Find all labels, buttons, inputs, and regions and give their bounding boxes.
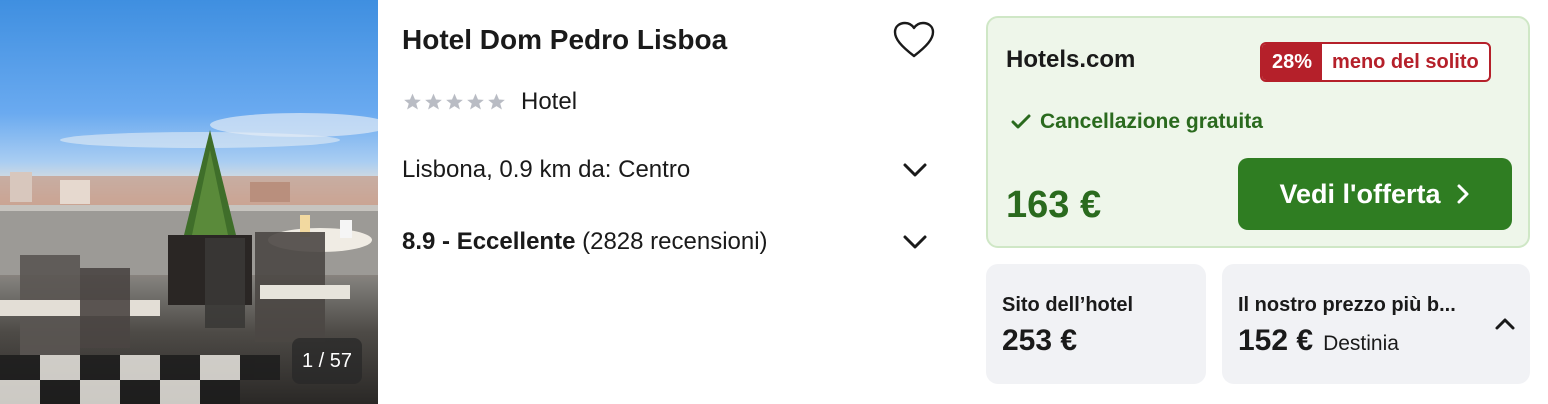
photo-counter: 1 / 57 — [292, 338, 362, 384]
star-icon — [446, 93, 463, 110]
best-price-source: Destinia — [1323, 332, 1399, 355]
star-icon — [425, 93, 442, 110]
cancellation-text: Cancellazione gratuita — [1040, 110, 1263, 133]
hotel-site-title: Sito dell’hotel — [1002, 294, 1134, 316]
discount-percent: 28% — [1262, 44, 1323, 80]
best-price-box[interactable]: Il nostro prezzo più b... 152 € Destinia — [1222, 264, 1530, 384]
hotel-result-card: 1 / 57 Hotel Dom Pedro Lisboa Hotel Lisb… — [0, 0, 1548, 404]
location-text: Lisbona, 0.9 km da: Centro — [402, 156, 691, 183]
best-price-title: Il nostro prezzo più b... — [1238, 294, 1456, 316]
discount-label: meno del solito — [1332, 51, 1479, 73]
hotel-photo[interactable]: 1 / 57 — [0, 0, 378, 404]
star-icon — [488, 93, 505, 110]
chevron-down-icon — [903, 163, 927, 177]
best-price-amount: 152 € — [1238, 324, 1314, 357]
best-price-row: 152 € Destinia — [1238, 324, 1399, 358]
rating-text: 8.9 - Eccellente (2828 recensioni) — [402, 228, 768, 256]
best-deal-box[interactable]: Hotels.com 28% meno del solito Cancellaz… — [986, 16, 1530, 248]
favorite-button[interactable] — [890, 18, 938, 62]
chevron-right-icon — [1457, 184, 1469, 204]
hotel-site-price: 253 € — [1002, 324, 1078, 357]
star-rating — [402, 92, 507, 112]
view-deal-button[interactable]: Vedi l'offerta — [1238, 158, 1512, 230]
hotel-type: Hotel — [521, 88, 578, 115]
star-icon — [404, 93, 421, 110]
rating-reviews: (2828 recensioni) — [582, 228, 768, 255]
location-row[interactable]: Lisbona, 0.9 km da: Centro — [402, 152, 938, 188]
chevron-up-icon[interactable] — [1494, 316, 1516, 332]
heart-outline-icon — [893, 21, 935, 58]
chevron-down-icon — [903, 235, 927, 249]
hotel-name[interactable]: Hotel Dom Pedro Lisboa — [402, 24, 727, 56]
free-cancellation: Cancellazione gratuita — [1010, 110, 1263, 134]
discount-badge: 28% meno del solito — [1260, 42, 1491, 82]
star-icon — [467, 93, 484, 110]
deal-provider: Hotels.com — [1006, 46, 1136, 73]
rating-row[interactable]: 8.9 - Eccellente (2828 recensioni) — [402, 224, 938, 260]
rating-score: 8.9 - Eccellente — [402, 228, 576, 255]
stars-row: Hotel — [402, 88, 577, 116]
view-deal-label: Vedi l'offerta — [1279, 178, 1441, 209]
check-icon — [1011, 114, 1031, 129]
deal-price: 163 € — [1006, 184, 1102, 226]
hotel-site-price-box[interactable]: Sito dell’hotel 253 € — [986, 264, 1206, 384]
